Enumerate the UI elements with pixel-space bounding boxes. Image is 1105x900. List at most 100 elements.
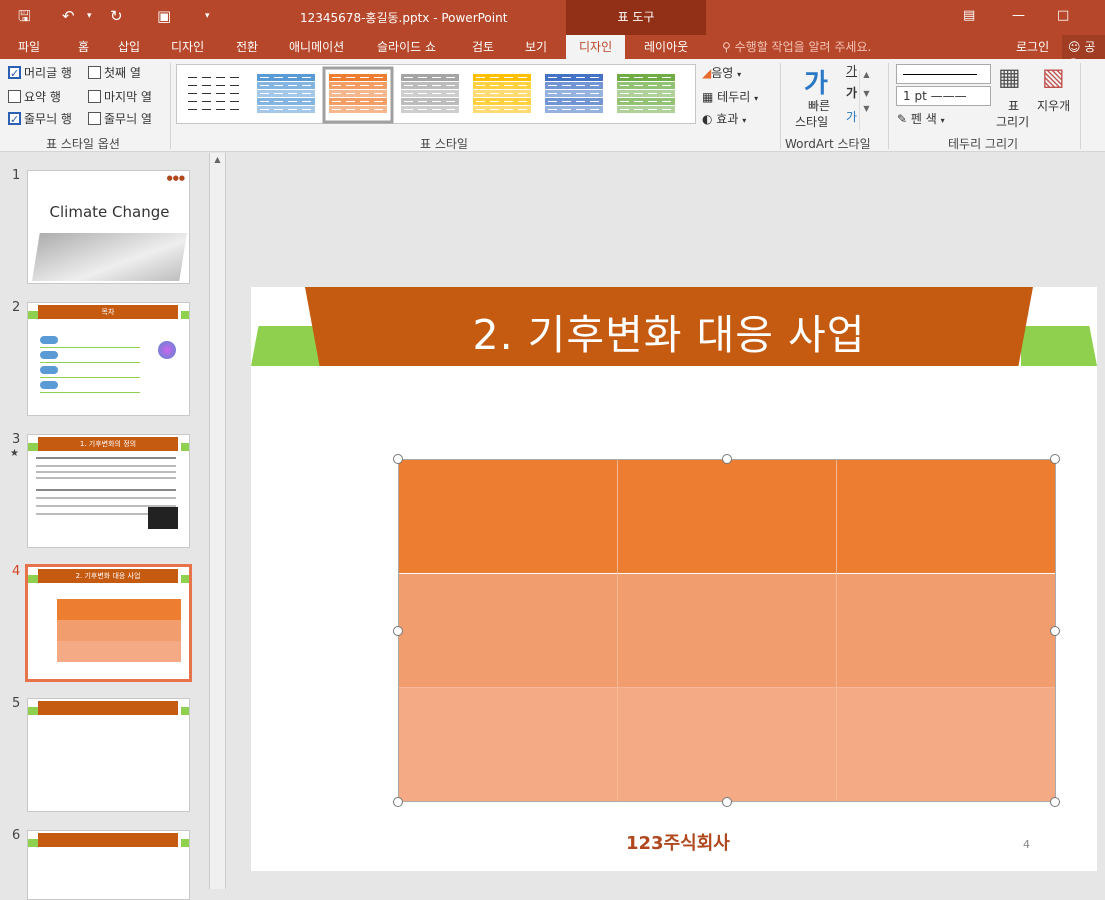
draw-table-label-2[interactable]: 그리기 [996,113,1029,130]
toc-list [40,333,140,393]
redo-icon[interactable]: ↻ [110,6,123,26]
gallery-scroll[interactable]: ▲ ▼ ▼ [859,70,873,130]
bullet [40,351,58,359]
thumbnail-title: Climate Change [49,203,170,221]
thumbnail-number: 3 [12,432,21,447]
dropdown-icon: ▾ [940,116,945,125]
tab-review[interactable]: 검토 [472,38,494,55]
save-icon[interactable]: 🖫 [18,6,31,26]
tell-me-box[interactable]: ⚲ 수행할 작업을 알려 주세요. [722,38,871,55]
tab-table-layout[interactable]: 레이아웃 [644,38,688,55]
checkbox-icon [8,90,21,103]
tab-design[interactable]: 디자인 [171,38,204,55]
tab-insert[interactable]: 삽입 [118,38,140,55]
total-row-checkbox[interactable]: 요약 행 [8,88,61,105]
table-style-swatch-7[interactable] [617,74,675,113]
thumbnail-number: 2 [12,300,21,315]
draw-table-label-1[interactable]: 표 [1008,97,1019,114]
tab-file[interactable]: 파일 [18,38,40,55]
tab-view[interactable]: 보기 [525,38,547,55]
effects-label: 효과 [716,112,739,126]
borders-button[interactable]: ▦ 테두리 ▾ [702,88,758,105]
divider [170,63,171,149]
slide-thumbnail-5[interactable] [27,698,190,812]
slide-thumbnail-6[interactable] [27,830,190,900]
pen-style-line [903,74,977,75]
resize-handle[interactable] [722,797,732,807]
header-row-label: 머리글 행 [24,66,72,80]
group-label-table-styles: 표 스타일 [420,137,468,151]
ribbon-display-icon[interactable]: ▤ [963,8,975,23]
customize-qat-icon[interactable]: ▾ [205,6,210,26]
bullet [40,366,58,374]
slide-thumbnail-3[interactable]: 1. 기후변화의 정의 [27,434,190,548]
tab-transitions[interactable]: 전환 [236,38,258,55]
banded-rows-checkbox[interactable]: ✓ 줄무늬 행 [8,110,72,127]
pen-color-label: 펜 색 [910,112,937,126]
table-style-swatch-1[interactable] [185,74,243,113]
text-fill-icon[interactable]: 가 [846,62,857,79]
list-item [40,378,140,393]
table-tools-label: 표 도구 [566,0,706,35]
gallery-more-icon[interactable]: ▼ [860,104,873,113]
resize-handle[interactable] [1050,626,1060,636]
banded-columns-checkbox[interactable]: 줄무늬 열 [88,110,152,127]
eraser-icon[interactable]: ▧ [1042,63,1065,91]
pen-color-button[interactable]: ✎ 펜 색 ▾ [897,110,945,127]
slide-title[interactable]: 2. 기후변화 대응 사업 [305,301,1033,361]
last-column-checkbox[interactable]: 마지막 열 [88,88,152,105]
minimize-icon[interactable]: — [1012,8,1025,23]
animation-star-icon: ★ [10,448,19,459]
resize-handle[interactable] [1050,797,1060,807]
resize-handle[interactable] [1050,454,1060,464]
tab-table-design[interactable]: 디자인 [566,35,626,59]
banded-rows-label: 줄무늬 행 [24,112,72,126]
tab-home[interactable]: 홈 [78,38,89,55]
table-style-swatch-3[interactable] [322,66,394,124]
slide-thumbnail-1[interactable]: Climate Change ●●● [27,170,190,284]
thumbnail-scrollbar[interactable]: ▲ [209,153,226,889]
start-slideshow-icon[interactable]: ▣ [157,6,171,26]
undo-icon[interactable]: ↶ [62,6,75,26]
table-style-swatch-4[interactable] [401,74,459,113]
slide-thumbnail-2[interactable]: 목차 [27,302,190,416]
pen-style-select[interactable] [896,64,991,84]
text-effects-icon[interactable]: 가 [846,108,857,125]
quick-styles-label-2[interactable]: 스타일 [795,113,828,130]
selected-table[interactable] [398,459,1056,802]
login-link[interactable]: 로그인 [1016,38,1049,55]
tab-animations[interactable]: 애니메이션 [289,38,344,55]
quick-styles-icon[interactable]: 가 [804,63,828,100]
text-outline-icon[interactable]: 가 [846,84,857,101]
list-item [40,333,140,348]
total-row-label: 요약 행 [24,90,61,104]
eraser-label[interactable]: 지우개 [1037,97,1070,114]
share-button[interactable]: ☺ 공유 [1062,35,1105,71]
scroll-up-icon[interactable]: ▲ [860,70,873,79]
pen-weight-select[interactable]: 1 pt ——— [896,86,991,106]
draw-table-icon[interactable]: ▦ [998,63,1021,91]
resize-handle[interactable] [393,797,403,807]
header-row-checkbox[interactable]: ✓ 머리글 행 [8,64,72,81]
person-icon: ☺ [1068,40,1081,54]
table-style-swatch-6[interactable] [545,74,603,113]
effects-button[interactable]: ◐ 효과 ▾ [702,110,746,127]
text-lines [36,457,176,459]
dropdown-icon: ▾ [742,116,747,125]
table-style-swatch-2[interactable] [257,74,315,113]
resize-handle[interactable] [393,626,403,636]
thumbnail-title [38,833,178,847]
first-column-checkbox[interactable]: 첫째 열 [88,64,141,81]
maximize-icon[interactable]: □ [1057,8,1069,23]
resize-handle[interactable] [393,454,403,464]
shading-button[interactable]: ◢음영 ▾ [702,64,741,81]
undo-dropdown-icon[interactable]: ▾ [87,6,92,26]
quick-styles-label-1[interactable]: 빠른 [808,97,830,114]
effects-icon: ◐ [702,112,717,126]
slide-thumbnail-4[interactable]: 2. 기후변화 대응 사업 [25,564,192,682]
tab-slideshow[interactable]: 슬라이드 쇼 [377,38,436,55]
table-style-swatch-5[interactable] [473,74,531,113]
scroll-up-icon[interactable]: ▲ [210,155,225,164]
scroll-down-icon[interactable]: ▼ [860,89,873,98]
resize-handle[interactable] [722,454,732,464]
